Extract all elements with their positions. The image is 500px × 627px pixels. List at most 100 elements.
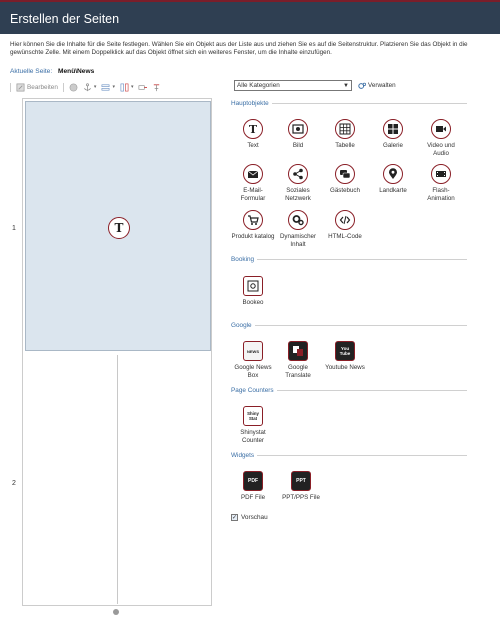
share-icon <box>288 164 308 184</box>
section-title: Booking <box>231 256 255 263</box>
table-icon <box>335 119 355 139</box>
object-email-form[interactable]: E-Mail-Formular <box>231 164 275 202</box>
section-booking: Booking <box>231 256 467 263</box>
section-title: Widgets <box>231 452 255 459</box>
category-filter: Alle Kategorien ▼ Verwalten <box>234 80 396 91</box>
preview-toggle[interactable]: ✓ Vorschau <box>231 514 268 521</box>
image-icon <box>288 119 308 139</box>
layout-button[interactable]: ▾ <box>120 83 134 92</box>
object-label: Dynamischer Inhalt <box>279 233 317 248</box>
shinystat-icon: Shiny Stat <box>243 406 263 426</box>
section-divider <box>271 103 467 104</box>
object-label: Produkt katalog <box>231 233 275 240</box>
object-gallery[interactable]: Galerie <box>371 119 415 150</box>
gears-icon <box>358 82 366 89</box>
section-widgets: Widgets <box>231 452 467 459</box>
object-label: Flash-Animation <box>427 187 455 202</box>
section-divider <box>276 390 467 391</box>
column-divider[interactable] <box>117 355 118 604</box>
text-object-icon[interactable]: T <box>108 217 130 239</box>
manage-label: Verwalten <box>368 82 396 89</box>
section-title: Google <box>231 322 252 329</box>
grid-toolbar: Bearbeiten ▾ ▾ ▾ <box>10 81 161 93</box>
layout-icon <box>120 83 129 91</box>
object-label: Google Translate <box>285 364 311 379</box>
object-shinystat-counter[interactable]: Shiny Stat Shinystat Counter <box>231 406 275 444</box>
preview-checkbox[interactable]: ✓ <box>231 514 238 521</box>
google-translate-icon <box>288 341 308 361</box>
current-page-value: Menü\News <box>58 68 95 75</box>
insert-row-button[interactable]: ▾ <box>101 83 115 92</box>
object-table[interactable]: Tabelle <box>323 119 367 150</box>
section-divider <box>257 259 467 260</box>
current-page-label: Aktuelle Seite: <box>10 68 53 75</box>
video-icon <box>431 119 451 139</box>
chevron-down-icon: ▼ <box>343 82 349 89</box>
title-bar: Erstellen der Seiten <box>0 0 500 34</box>
chevron-down-icon[interactable]: ▾ <box>112 84 115 90</box>
object-guestbook[interactable]: Gästebuch <box>323 164 367 195</box>
category-select-value: Alle Kategorien <box>237 82 280 89</box>
cell-color-button[interactable] <box>69 83 78 92</box>
object-html-code[interactable]: HTML-Code <box>323 210 367 241</box>
map-pin-icon <box>383 164 403 184</box>
object-label: Soziales Netzwerk <box>285 187 311 202</box>
object-flash-animation[interactable]: Flash-Animation <box>419 164 463 202</box>
anchor-button[interactable]: ▾ <box>83 82 97 92</box>
edit-button[interactable]: Bearbeiten <box>16 83 58 92</box>
film-icon <box>431 164 451 184</box>
split-icon <box>154 83 160 91</box>
gears-icon <box>288 210 308 230</box>
circle-icon <box>69 83 78 91</box>
resize-handle[interactable] <box>113 609 119 615</box>
gallery-icon <box>383 119 403 139</box>
object-label: Video und Audio <box>427 142 455 157</box>
guestbook-icon <box>335 164 355 184</box>
object-product-catalog[interactable]: Produkt katalog <box>231 210 275 241</box>
object-youtube-news[interactable]: You Tube Youtube News <box>323 341 367 372</box>
object-label: PPT/PPS File <box>282 494 320 501</box>
object-image[interactable]: Bild <box>276 119 320 150</box>
ppt-file-icon: PPT <box>291 471 311 491</box>
delete-row-button[interactable] <box>138 83 148 92</box>
object-label: Gästebuch <box>330 187 360 194</box>
grid-row-2[interactable] <box>25 355 211 604</box>
section-title: Hauptobjekte <box>231 100 269 107</box>
object-google-translate[interactable]: Google Translate <box>276 341 320 379</box>
object-label: Landkarte <box>379 187 407 194</box>
object-bookeo[interactable]: Bookeo <box>231 276 275 307</box>
chevron-down-icon[interactable]: ▾ <box>131 84 134 90</box>
row-number-2: 2 <box>12 480 16 487</box>
page-structure-grid[interactable]: T <box>22 98 212 606</box>
google-news-icon: NEWS <box>243 341 263 361</box>
chevron-down-icon[interactable]: ▾ <box>94 84 97 90</box>
section-title: Page Counters <box>231 387 274 394</box>
current-page: Aktuelle Seite: Menü\News <box>10 68 94 75</box>
preview-label: Vorschau <box>241 514 268 521</box>
object-label: Bild <box>292 142 304 149</box>
section-divider <box>254 325 467 326</box>
object-text[interactable]: T Text <box>231 119 275 150</box>
row-number-1: 1 <box>12 225 16 232</box>
split-cell-button[interactable] <box>152 83 161 92</box>
object-label: HTML-Code <box>328 233 362 240</box>
object-dynamic-content[interactable]: Dynamischer Inhalt <box>276 210 320 248</box>
bookeo-icon <box>243 276 263 296</box>
object-map[interactable]: Landkarte <box>371 164 415 195</box>
instructions-text: Hier können Sie die Inhalte für die Seit… <box>10 41 468 56</box>
object-ppt-file[interactable]: PPT PPT/PPS File <box>279 471 323 502</box>
section-divider <box>257 455 467 456</box>
insert-row-icon <box>102 83 110 91</box>
grid-row-1-cell[interactable]: T <box>25 101 211 351</box>
manage-button[interactable]: Verwalten <box>358 82 396 90</box>
object-google-news-box[interactable]: NEWS Google News Box <box>231 341 275 379</box>
object-label: Tabelle <box>335 142 355 149</box>
category-select[interactable]: Alle Kategorien ▼ <box>234 80 352 91</box>
object-social-network[interactable]: Soziales Netzwerk <box>276 164 320 202</box>
object-label: Youtube News <box>325 364 365 371</box>
object-pdf-file[interactable]: PDF PDF File <box>231 471 275 502</box>
object-label: Bookeo <box>242 299 264 306</box>
toolbar-grip <box>10 82 11 92</box>
anchor-icon <box>84 82 91 91</box>
object-video-audio[interactable]: Video und Audio <box>419 119 463 157</box>
